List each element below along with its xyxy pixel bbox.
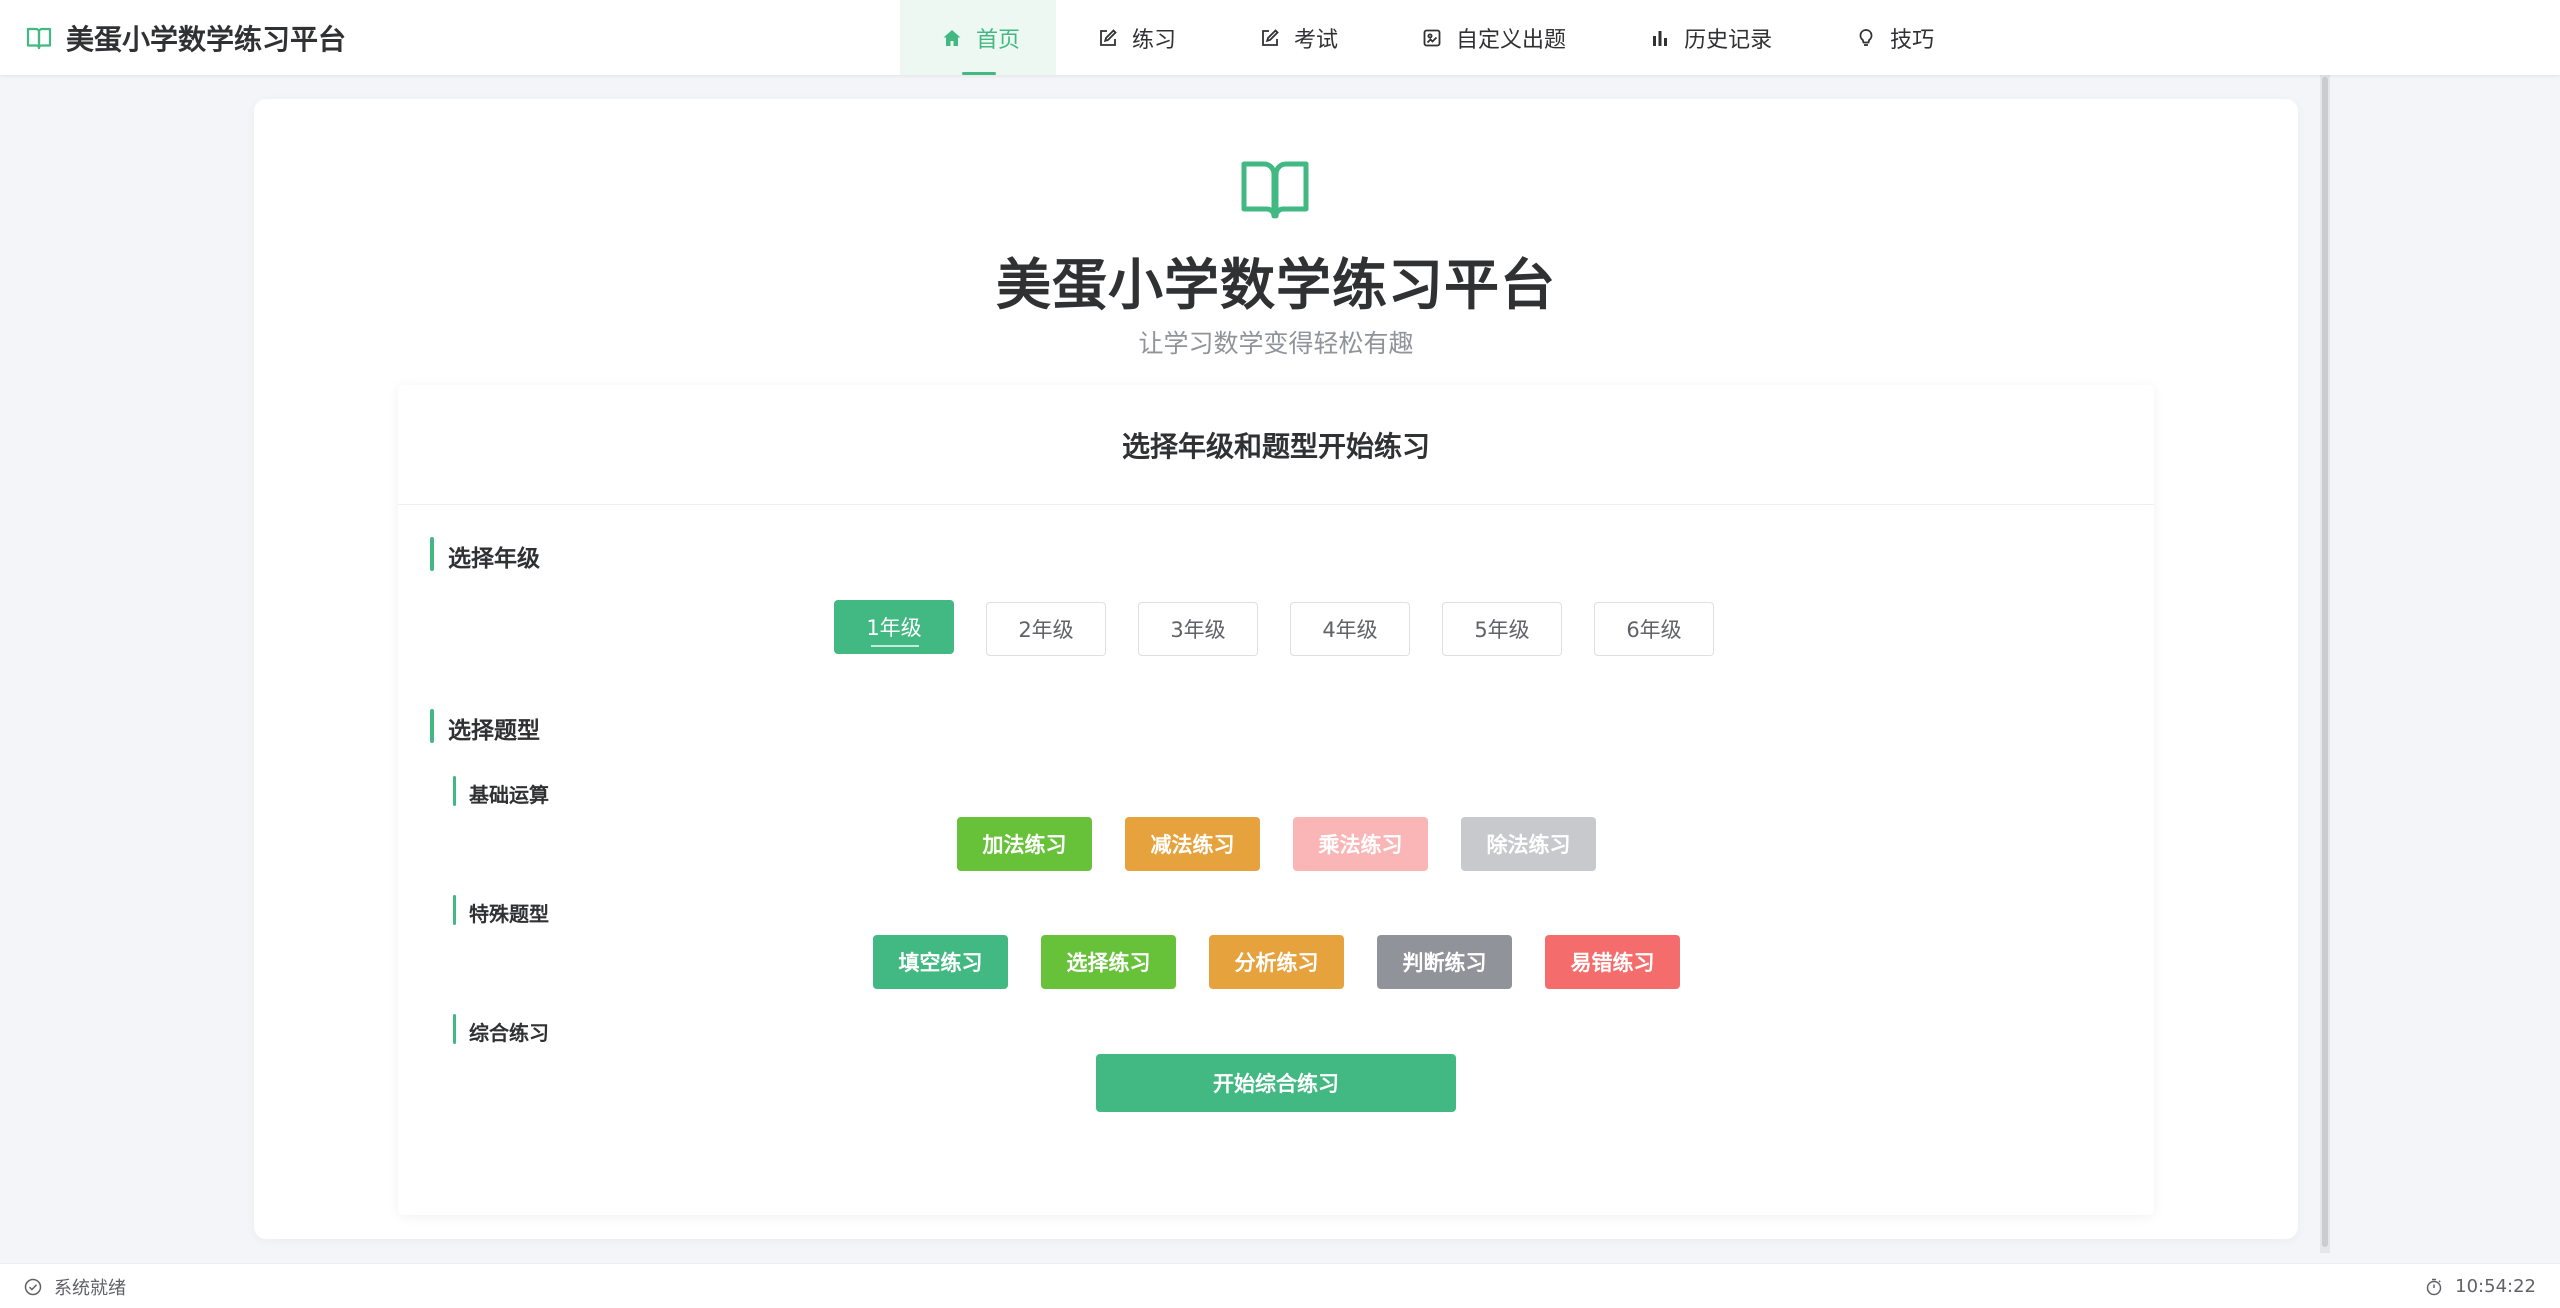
true-false-practice-button[interactable]: 判断练习 xyxy=(1377,935,1512,989)
brand[interactable]: 美蛋小学数学练习平台 xyxy=(26,0,346,75)
nav-item-history[interactable]: 历史记录 xyxy=(1608,0,1814,75)
app-title: 美蛋小学数学练习平台 xyxy=(66,22,347,56)
status-clock: 10:54:22 xyxy=(2425,1264,2536,1308)
nav-item-tips[interactable]: 技巧 xyxy=(1814,0,1976,75)
home-icon xyxy=(942,28,962,48)
nav-item-practice[interactable]: 练习 xyxy=(1056,0,1218,75)
division-practice-button[interactable]: 除法练习 xyxy=(1461,817,1596,871)
book-icon xyxy=(26,26,52,50)
type-section-title: 选择题型 xyxy=(430,709,540,745)
bar-chart-icon xyxy=(1650,28,1670,48)
basic-operations-buttons: 加法练习 减法练习 乘法练习 除法练习 xyxy=(957,817,1596,871)
special-types-title: 特殊题型 xyxy=(453,895,549,927)
basic-operations-title: 基础运算 xyxy=(453,776,549,808)
grade-button-3[interactable]: 3年级 xyxy=(1138,602,1258,656)
nav-item-exam[interactable]: 考试 xyxy=(1218,0,1380,75)
comprehensive-title: 综合练习 xyxy=(453,1014,549,1046)
subtraction-practice-button[interactable]: 减法练习 xyxy=(1125,817,1260,871)
nav-item-custom[interactable]: 自定义出题 xyxy=(1380,0,1608,75)
book-icon xyxy=(1240,158,1310,224)
analysis-practice-button[interactable]: 分析练习 xyxy=(1209,935,1344,989)
check-circle-icon xyxy=(24,1278,42,1296)
grade-selector: 1年级 2年级 3年级 4年级 5年级 6年级 xyxy=(834,600,1714,656)
nav-label: 考试 xyxy=(1294,27,1339,53)
edit-icon xyxy=(1098,28,1118,48)
nav-item-home[interactable]: 首页 xyxy=(900,0,1057,75)
grade-button-5[interactable]: 5年级 xyxy=(1442,602,1562,656)
top-nav-bar: 美蛋小学数学练习平台 首页 练习 考试 自定义出题 历史记录 技巧 xyxy=(0,0,2560,75)
edit-icon xyxy=(1260,28,1280,48)
custom-icon xyxy=(1422,28,1442,48)
nav-label: 自定义出题 xyxy=(1456,27,1567,53)
start-comprehensive-button[interactable]: 开始综合练习 xyxy=(1096,1054,1456,1112)
grade-button-2[interactable]: 2年级 xyxy=(986,602,1106,656)
fill-blank-practice-button[interactable]: 填空练习 xyxy=(873,935,1008,989)
multiplication-practice-button[interactable]: 乘法练习 xyxy=(1293,817,1428,871)
nav-label: 历史记录 xyxy=(1684,27,1773,53)
grade-section-title: 选择年级 xyxy=(430,537,540,573)
nav-label: 首页 xyxy=(976,27,1021,53)
special-types-buttons: 填空练习 选择练习 分析练习 判断练习 易错练习 xyxy=(873,935,1680,989)
panel-header: 选择年级和题型开始练习 xyxy=(398,385,2154,505)
multiple-choice-practice-button[interactable]: 选择练习 xyxy=(1041,935,1176,989)
addition-practice-button[interactable]: 加法练习 xyxy=(957,817,1092,871)
status-indicator: 系统就绪 xyxy=(24,1264,126,1308)
grade-button-1[interactable]: 1年级 xyxy=(834,600,954,654)
nav-label: 练习 xyxy=(1132,27,1177,53)
grade-button-4[interactable]: 4年级 xyxy=(1290,602,1410,656)
common-mistakes-practice-button[interactable]: 易错练习 xyxy=(1545,935,1680,989)
hero-title: 美蛋小学数学练习平台 xyxy=(995,253,1556,317)
grade-button-6[interactable]: 6年级 xyxy=(1594,602,1714,656)
timer-icon xyxy=(2425,1278,2443,1296)
lightbulb-icon xyxy=(1856,28,1876,48)
nav-label: 技巧 xyxy=(1890,27,1935,53)
status-bar: 系统就绪 10:54:22 xyxy=(0,1263,2560,1308)
hero-subtitle: 让学习数学变得轻松有趣 xyxy=(1138,329,1414,358)
main-nav: 首页 练习 考试 自定义出题 历史记录 技巧 xyxy=(900,0,1976,75)
status-time: 10:54:22 xyxy=(2455,1276,2536,1297)
status-text: 系统就绪 xyxy=(54,1277,126,1299)
